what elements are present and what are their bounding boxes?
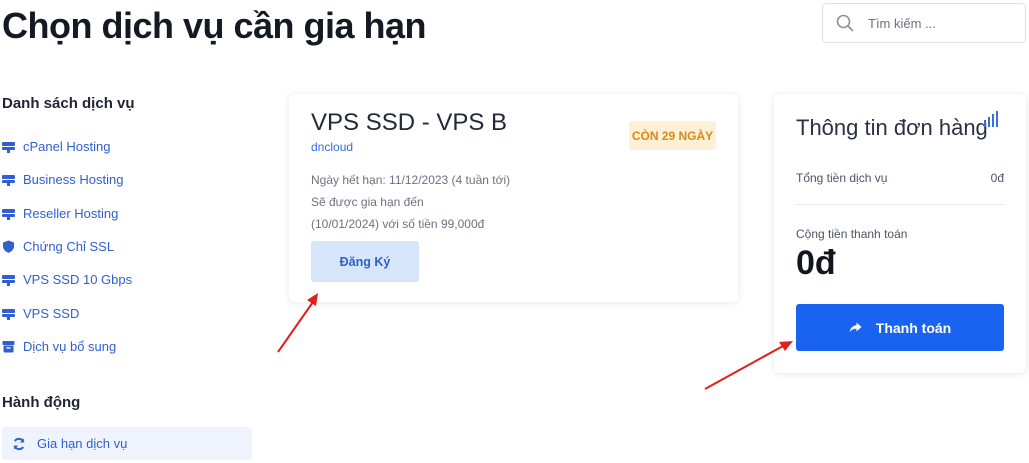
signal-bars-icon [983,110,1001,128]
sidebar-item-addon-services[interactable]: Dịch vụ bổ sung [2,336,116,356]
sidebar-action-renew-service[interactable]: Gia hạn dịch vụ [2,427,252,460]
sidebar-item-label: cPanel Hosting [23,138,111,154]
sidebar-item-vps-ssd-10gbps[interactable]: VPS SSD 10 Gbps [2,269,132,289]
pay-button[interactable]: Thanh toán [796,304,1004,351]
subtotal-label: Tổng tiền dịch vụ [796,171,888,185]
server-icon [2,307,15,320]
register-button[interactable]: Đăng Ký [311,241,419,282]
sidebar-item-vps-ssd[interactable]: VPS SSD [2,303,79,323]
sidebar-action-label: Gia hạn dịch vụ [37,436,128,451]
divider [796,204,1004,205]
box-icon [2,340,15,353]
server-icon [2,140,15,153]
pay-button-label: Thanh toán [875,319,952,336]
server-icon [2,273,15,286]
expiry-date-text: Ngày hết hạn: 11/12/2023 (4 tuần tới) [311,173,511,187]
sidebar-item-label: Business Hosting [23,171,124,187]
service-host-link[interactable]: dncloud [311,140,353,154]
service-card: VPS SSD - VPS B dncloud CÒN 29 NGÀY Ngày… [289,94,738,302]
sidebar: Danh sách dịch vụ cPanel Hosting Busines… [0,0,253,463]
sidebar-item-label: VPS SSD 10 Gbps [23,271,133,287]
server-icon [2,207,15,220]
refresh-icon [12,437,26,451]
search-box[interactable] [822,3,1026,43]
sidebar-item-label: VPS SSD [23,305,80,321]
renew-detail-text: (10/01/2024) với số tiền 99,000đ [311,217,485,231]
sidebar-item-label: Dịch vụ bổ sung [23,338,117,354]
sidebar-item-cpanel-hosting[interactable]: cPanel Hosting [2,136,110,156]
order-summary-panel: Thông tin đơn hàng Tổng tiền dịch vụ 0đ … [774,94,1026,373]
sidebar-item-label: Reseller Hosting [23,205,119,221]
service-name: VPS SSD - VPS B [311,109,508,136]
sidebar-item-ssl-certificate[interactable]: Chứng Chỉ SSL [2,236,114,256]
services-heading: Danh sách dịch vụ [2,95,135,112]
server-icon [2,173,15,186]
sidebar-item-reseller-hosting[interactable]: Reseller Hosting [2,203,118,223]
days-remaining-badge: CÒN 29 NGÀY [629,121,716,150]
sidebar-item-business-hosting[interactable]: Business Hosting [2,169,123,189]
total-value: 0đ [796,244,836,282]
actions-heading: Hành động [2,394,81,411]
renew-until-text: Sẽ được gia hạn đến [311,195,424,209]
share-arrow-icon [849,321,862,334]
sidebar-item-label: Chứng Chỉ SSL [23,238,115,254]
search-input[interactable] [868,15,1018,31]
subtotal-value: 0đ [990,171,1004,185]
shield-icon [2,240,15,253]
search-icon [836,14,854,32]
total-label: Cộng tiền thanh toán [796,227,908,241]
order-summary-title: Thông tin đơn hàng [796,115,988,140]
